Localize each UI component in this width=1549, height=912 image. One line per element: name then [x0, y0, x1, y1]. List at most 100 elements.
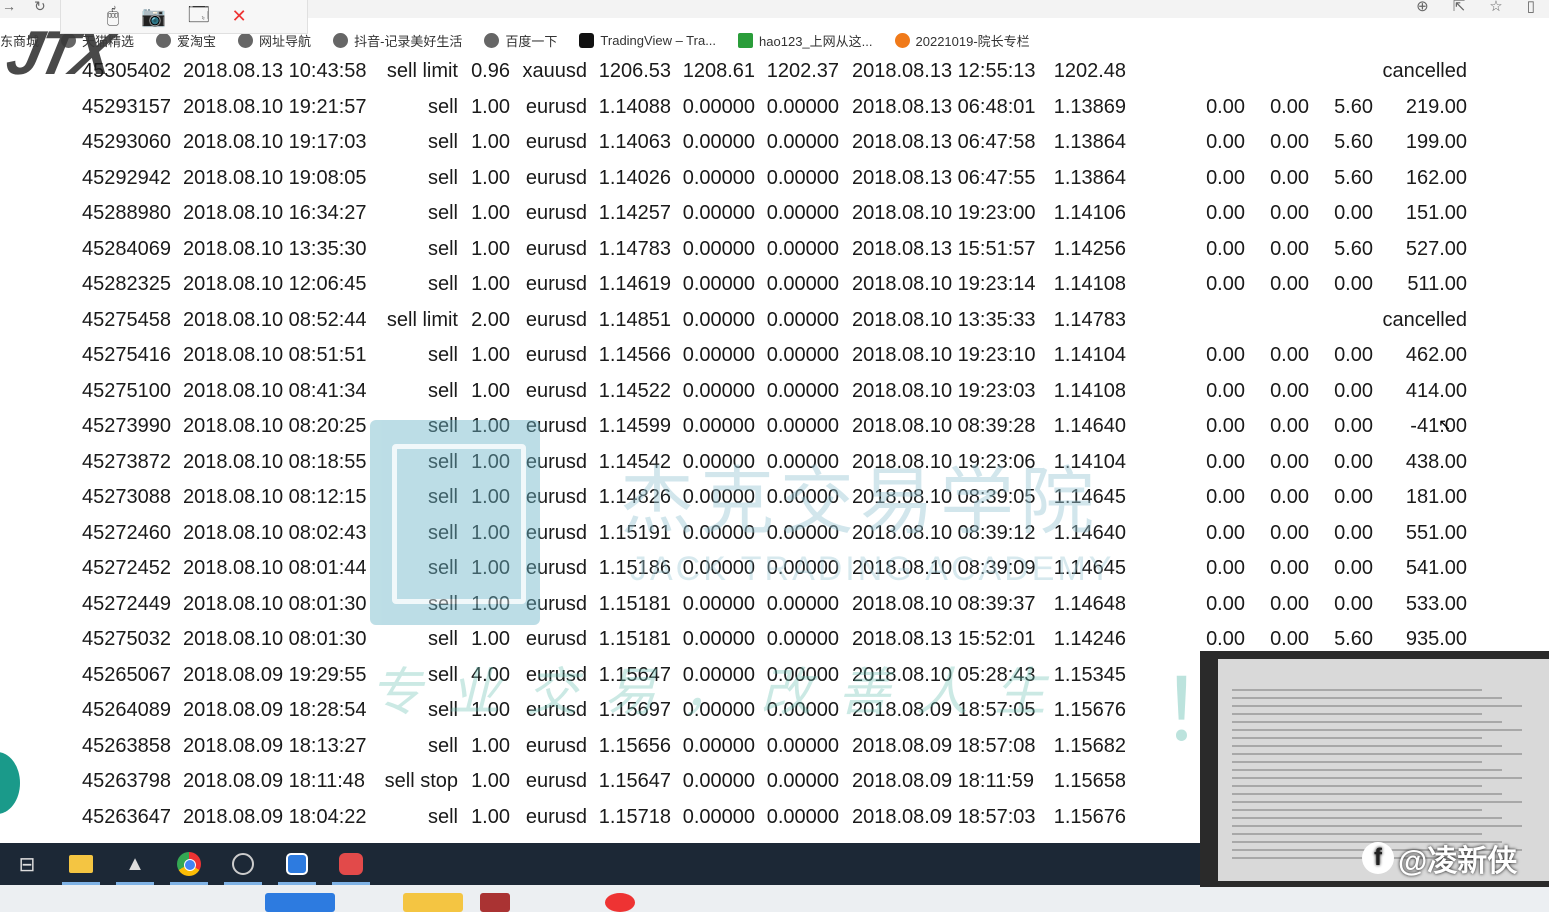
cell-size: 1.00 [471, 166, 510, 189]
webcam-text-line [1232, 753, 1522, 755]
cell-profit: cancelled [1382, 60, 1467, 82]
cell-close-time: 2018.08.13 06:47:58 [852, 131, 1036, 153]
cell-size: 2.00 [471, 308, 510, 331]
file-explorer-icon[interactable] [54, 843, 108, 885]
cell-close-time: 2018.08.13 12:55:13 [852, 60, 1036, 82]
cell-item: eurusd [525, 592, 587, 615]
cell-close-time: 2018.08.10 05:28:43 [852, 663, 1036, 686]
cell-close-time: 2018.08.10 13:35:33 [852, 308, 1036, 331]
cell-item: eurusd [525, 415, 587, 437]
webcam-text-line [1232, 737, 1482, 739]
share-icon[interactable]: ⇱ [1453, 0, 1466, 15]
cell-close-price: 1202.48 [1053, 60, 1126, 82]
cell-swap: 5.60 [1334, 131, 1373, 153]
cell-ticket: 45272449 [82, 592, 171, 615]
zoom-icon[interactable]: ⊕ [1416, 0, 1429, 15]
bookmark-item[interactable]: hao123_上网从这... [738, 31, 873, 50]
cell-ticket: 45263647 [82, 805, 171, 828]
close-icon[interactable]: ✕ [232, 6, 247, 27]
camera-icon[interactable]: 📷 [141, 4, 166, 29]
webcam-text-line [1232, 713, 1482, 715]
cell-taxes: 0.00 [1270, 95, 1309, 118]
screen-record-icon[interactable]: 🗔 [188, 0, 210, 34]
cell-swap: 0.00 [1334, 273, 1373, 295]
bookmark-item[interactable]: TradingView – Tra... [579, 32, 717, 48]
taskbar-chip[interactable] [265, 893, 335, 912]
cell-swap: 5.60 [1334, 95, 1373, 118]
cell-price: 1.15647 [598, 663, 671, 686]
cell-sl: 0.00000 [682, 628, 755, 650]
cell-commission: 0.00 [1206, 273, 1245, 295]
cell-close-time: 2018.08.09 18:57:05 [852, 699, 1036, 721]
cell-sl: 0.00000 [682, 166, 755, 189]
bookmark-item[interactable]: 抖音-记录美好生活 [333, 31, 462, 50]
red-app-icon[interactable] [324, 843, 378, 885]
webcam-text-line [1232, 761, 1482, 763]
cell-tp: 0.00000 [766, 592, 839, 615]
cell-item: eurusd [525, 734, 587, 757]
bookmark-item[interactable]: 百度一下 [484, 31, 557, 50]
cell-swap: 0.00 [1334, 450, 1373, 473]
cell-tp: 0.00000 [766, 131, 839, 153]
cell-type: sell [427, 486, 458, 508]
table-row: 45273088 2018.08.10 08:12:15 sell 1.00 eurus… [0, 480, 1549, 515]
cell-tp: 1202.37 [766, 60, 839, 82]
cell-item: xauusd [522, 60, 588, 82]
table-row: 45293157 2018.08.10 19:21:57 sell 1.00 eurus… [0, 90, 1549, 125]
cell-type: sell stop [384, 770, 458, 792]
cell-close-time: 2018.08.10 19:23:06 [852, 450, 1036, 473]
cell-price: 1.14619 [598, 273, 671, 295]
cell-sl: 0.00000 [682, 344, 755, 366]
capture-toolbar: 🖱 📷 🗔 ✕ [60, 0, 308, 34]
star-icon[interactable]: ☆ [1489, 0, 1502, 15]
cell-close-time: 2018.08.10 08:39:28 [852, 415, 1036, 437]
cell-open-time: 2018.08.09 18:13:27 [183, 734, 367, 757]
cell-profit: 414.00 [1405, 379, 1467, 402]
browser-blue-icon[interactable] [270, 843, 324, 885]
cell-ticket: 45272460 [82, 521, 171, 544]
back-icon[interactable]: → [2, 0, 16, 14]
chrome-icon[interactable] [162, 843, 216, 885]
cell-sl: 0.00000 [682, 770, 755, 792]
cell-type: sell [427, 663, 458, 686]
globe-icon [238, 32, 254, 48]
cell-sl: 0.00000 [682, 237, 755, 260]
cell-sl: 0.00000 [682, 734, 755, 757]
taskbar-chip[interactable] [403, 893, 463, 912]
cell-size: 1.00 [471, 415, 510, 437]
reload-icon[interactable]: ↻ [34, 0, 46, 15]
webcam-text-line [1232, 705, 1522, 707]
cell-item: eurusd [525, 273, 587, 295]
cell-sl: 0.00000 [682, 202, 755, 224]
cell-swap: 0.00 [1334, 344, 1373, 366]
cell-close-price: 1.14256 [1053, 237, 1126, 260]
task-view-icon[interactable]: ⊟ [0, 843, 54, 885]
cell-ticket: 45264089 [82, 699, 171, 721]
cell-size: 1.00 [471, 486, 510, 508]
obs-icon[interactable] [216, 843, 270, 885]
cell-close-price: 1.14106 [1053, 202, 1126, 224]
cell-item: eurusd [525, 557, 587, 579]
taskbar-chip[interactable] [480, 893, 510, 912]
cell-open-time: 2018.08.10 08:02:43 [183, 521, 367, 544]
cell-ticket: 45275100 [82, 379, 171, 402]
taskbar-chip[interactable] [605, 893, 635, 912]
cell-profit: 527.00 [1405, 237, 1467, 260]
extension-icon[interactable]: ▯ [1527, 0, 1535, 15]
cell-sl: 0.00000 [682, 273, 755, 295]
cell-price: 1.15191 [598, 521, 671, 544]
bookmark-label: TradingView – Tra... [600, 32, 717, 48]
cell-swap: 0.00 [1334, 486, 1373, 508]
cell-swap: 5.60 [1334, 166, 1373, 189]
cell-close-time: 2018.08.13 15:51:57 [852, 237, 1036, 260]
cell-sl: 0.00000 [682, 592, 755, 615]
cell-close-price: 1.15676 [1053, 805, 1126, 828]
app-icon[interactable]: ▲ [108, 843, 162, 885]
mouse-icon[interactable]: 🖱 [107, 5, 119, 28]
cell-close-price: 1.15676 [1053, 699, 1126, 721]
cell-profit: -41.00 [1410, 415, 1467, 437]
cell-size: 4.00 [471, 663, 510, 686]
cell-profit: 541.00 [1405, 557, 1467, 579]
bookmark-item[interactable]: 20221019-院长专栏 [894, 31, 1030, 50]
cell-close-time: 2018.08.13 06:47:55 [852, 166, 1036, 189]
